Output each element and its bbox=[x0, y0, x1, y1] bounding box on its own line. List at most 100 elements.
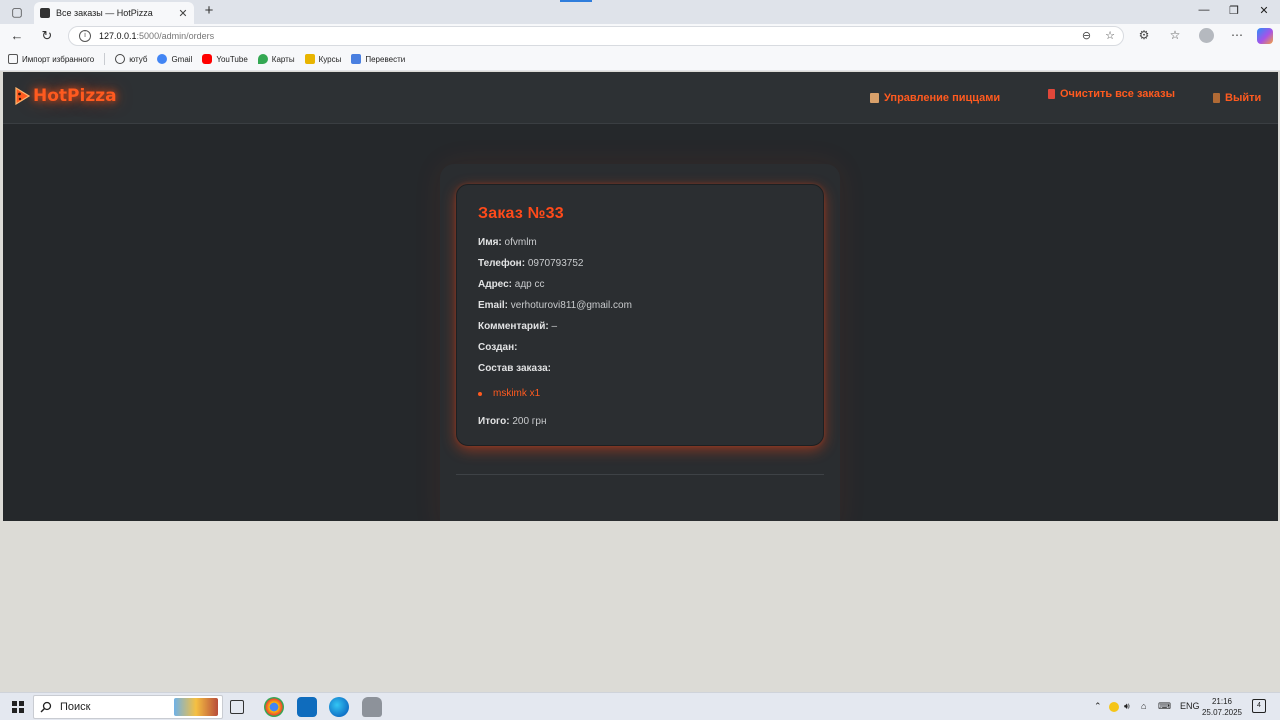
field-label: Телефон: bbox=[478, 258, 526, 269]
bookmark-youtube[interactable]: YouTube bbox=[202, 54, 248, 64]
language-indicator[interactable]: ENG bbox=[1180, 701, 1200, 711]
site-header: HotPizza Управление пиццами Очистить все… bbox=[3, 72, 1278, 124]
search-icon bbox=[40, 701, 52, 713]
clear-orders-link[interactable]: Очистить все заказы bbox=[1048, 88, 1175, 100]
bookmark-label: Импорт избранного bbox=[22, 54, 95, 64]
reload-icon[interactable]: ↻ bbox=[38, 27, 56, 45]
browser-toolbar: ← ↻ i 127.0.0.1:5000/admin/orders ⊖ ☆ ⚙ … bbox=[0, 24, 1280, 48]
field-value: 0970793752 bbox=[525, 258, 584, 269]
bookmark-courses[interactable]: Курсы bbox=[304, 54, 341, 64]
bookmark-translate[interactable]: Перевести bbox=[351, 54, 405, 64]
clock-time: 21:16 bbox=[1211, 697, 1233, 706]
windows-taskbar: Поиск ⌃ 🔊︎ ⌂ ⌨ ENG 21:16 25.07.2025 4 bbox=[0, 692, 1280, 720]
field-label: Создан: bbox=[478, 342, 518, 353]
address-bar[interactable]: i 127.0.0.1:5000/admin/orders ⊖ ☆ bbox=[68, 26, 1124, 46]
url-path: :5000/admin/orders bbox=[136, 31, 215, 41]
start-logo-pane bbox=[12, 701, 17, 706]
trash-icon bbox=[1048, 89, 1055, 99]
door-icon bbox=[1213, 93, 1220, 103]
tab-actions-icon[interactable]: ▢ bbox=[8, 3, 26, 21]
bookmark-label: Gmail bbox=[171, 54, 193, 64]
bookmarks-bar: Импорт избранного ютуб Gmail YouTube Кар… bbox=[0, 48, 1280, 71]
tab-all-orders[interactable]: Все заказы — HotPizza ✕ bbox=[34, 2, 194, 24]
translate-icon bbox=[351, 54, 362, 64]
start-logo-pane bbox=[12, 708, 17, 713]
system-clock[interactable]: 21:16 25.07.2025 bbox=[1200, 696, 1244, 718]
order-title: Заказ №33 bbox=[478, 205, 564, 222]
browser-tab-bar: ▢ Все заказы — HotPizza ✕ + — ❐ ✕ bbox=[0, 0, 1280, 24]
network-icon[interactable]: ⌂ bbox=[1141, 701, 1146, 711]
bookmark-label: Перевести bbox=[365, 54, 406, 64]
start-logo-pane bbox=[19, 708, 24, 713]
map-pin-icon bbox=[257, 54, 268, 64]
field-value: ofvmlm bbox=[501, 237, 537, 248]
search-placeholder: Поиск bbox=[60, 701, 91, 713]
orders-panel: Заказ №33 Имя: ofvmlm Телефон: 097079375… bbox=[440, 164, 840, 521]
field-label: Имя: bbox=[478, 237, 502, 248]
field-label: Адрес: bbox=[478, 279, 512, 290]
reader-icon[interactable]: ⊖ bbox=[1082, 29, 1091, 42]
chrome-icon[interactable] bbox=[264, 697, 284, 717]
start-button[interactable] bbox=[12, 701, 24, 713]
search-highlight-image bbox=[174, 698, 218, 716]
task-view-icon[interactable] bbox=[230, 700, 244, 714]
edge-icon[interactable] bbox=[329, 697, 349, 717]
tab-accent-line bbox=[560, 0, 592, 2]
vscode-icon[interactable] bbox=[297, 697, 317, 717]
total-label: Итого: bbox=[478, 416, 510, 427]
field-label: Состав заказа: bbox=[478, 363, 551, 374]
tab-favicon-icon bbox=[40, 8, 50, 18]
copilot-icon[interactable] bbox=[1257, 28, 1273, 44]
field-value: verhoturovi811@gmail.com bbox=[508, 300, 632, 311]
bookmark-label: Карты bbox=[271, 54, 295, 64]
pizza-slice-icon bbox=[14, 86, 31, 106]
bookmark-yutub[interactable]: ютуб bbox=[115, 54, 147, 64]
notification-center-icon[interactable]: 4 bbox=[1252, 699, 1266, 713]
volume-icon[interactable]: 🔊︎ bbox=[1124, 701, 1130, 712]
database-icon[interactable] bbox=[362, 697, 382, 717]
keyboard-icon[interactable]: ⌨ bbox=[1158, 701, 1171, 712]
manage-pizzas-link[interactable]: Управление пиццами bbox=[870, 92, 1000, 104]
site-logo[interactable]: HotPizza bbox=[14, 86, 117, 106]
clear-orders-label: Очистить все заказы bbox=[1060, 88, 1176, 100]
site-info-icon[interactable]: i bbox=[79, 30, 91, 42]
total-value: 200 грн bbox=[509, 416, 547, 427]
minimize-icon[interactable]: — bbox=[1192, 4, 1216, 16]
order-items-list: mskimk x1 bbox=[478, 388, 802, 404]
google-icon bbox=[157, 54, 168, 64]
order-total: Итого: 200 грн bbox=[478, 416, 802, 437]
courses-icon bbox=[304, 54, 315, 64]
divider bbox=[456, 474, 824, 475]
bookmark-import-favorites[interactable]: Импорт избранного bbox=[8, 54, 94, 64]
back-arrow-icon[interactable]: ← bbox=[8, 27, 26, 45]
maximize-icon[interactable]: ❐ bbox=[1222, 4, 1246, 17]
logo-text: HotPizza bbox=[33, 86, 117, 106]
tray-app-icon[interactable] bbox=[1109, 702, 1119, 712]
favorite-star-icon[interactable]: ☆ bbox=[1105, 29, 1115, 42]
show-hidden-icons[interactable]: ⌃ bbox=[1094, 701, 1102, 712]
order-field-email: Email: verhoturovi811@gmail.com bbox=[478, 300, 802, 321]
more-menu-icon[interactable]: ⋯ bbox=[1228, 28, 1246, 42]
close-window-icon[interactable]: ✕ bbox=[1252, 4, 1276, 17]
close-tab-icon[interactable]: ✕ bbox=[176, 7, 190, 20]
manage-pizzas-label: Управление пиццами bbox=[884, 92, 1001, 104]
start-logo-pane bbox=[19, 701, 24, 706]
favorites-icon[interactable]: ☆ bbox=[1166, 28, 1184, 42]
new-tab-button[interactable]: + bbox=[200, 2, 218, 20]
tab-title: Все заказы — HotPizza bbox=[56, 8, 153, 18]
bookmark-label: ютуб bbox=[129, 54, 148, 64]
field-value: – bbox=[548, 321, 558, 332]
order-field-comment: Комментарий: – bbox=[478, 321, 802, 342]
order-field-name: Имя: ofvmlm bbox=[478, 237, 802, 258]
profile-avatar[interactable] bbox=[1199, 28, 1214, 43]
order-field-created: Создан: bbox=[478, 342, 802, 363]
taskbar-search[interactable]: Поиск bbox=[33, 695, 223, 719]
youtube-icon bbox=[202, 54, 213, 64]
bookmark-maps[interactable]: Карты bbox=[257, 54, 295, 64]
logout-link[interactable]: Выйти bbox=[1213, 92, 1261, 104]
page-content: HotPizza Управление пиццами Очистить все… bbox=[3, 72, 1278, 521]
extensions-icon[interactable]: ⚙ bbox=[1135, 28, 1153, 42]
order-field-contents: Состав заказа: bbox=[478, 363, 802, 384]
clock-date: 25.07.2025 bbox=[1201, 708, 1243, 717]
bookmark-gmail[interactable]: Gmail bbox=[157, 54, 192, 64]
